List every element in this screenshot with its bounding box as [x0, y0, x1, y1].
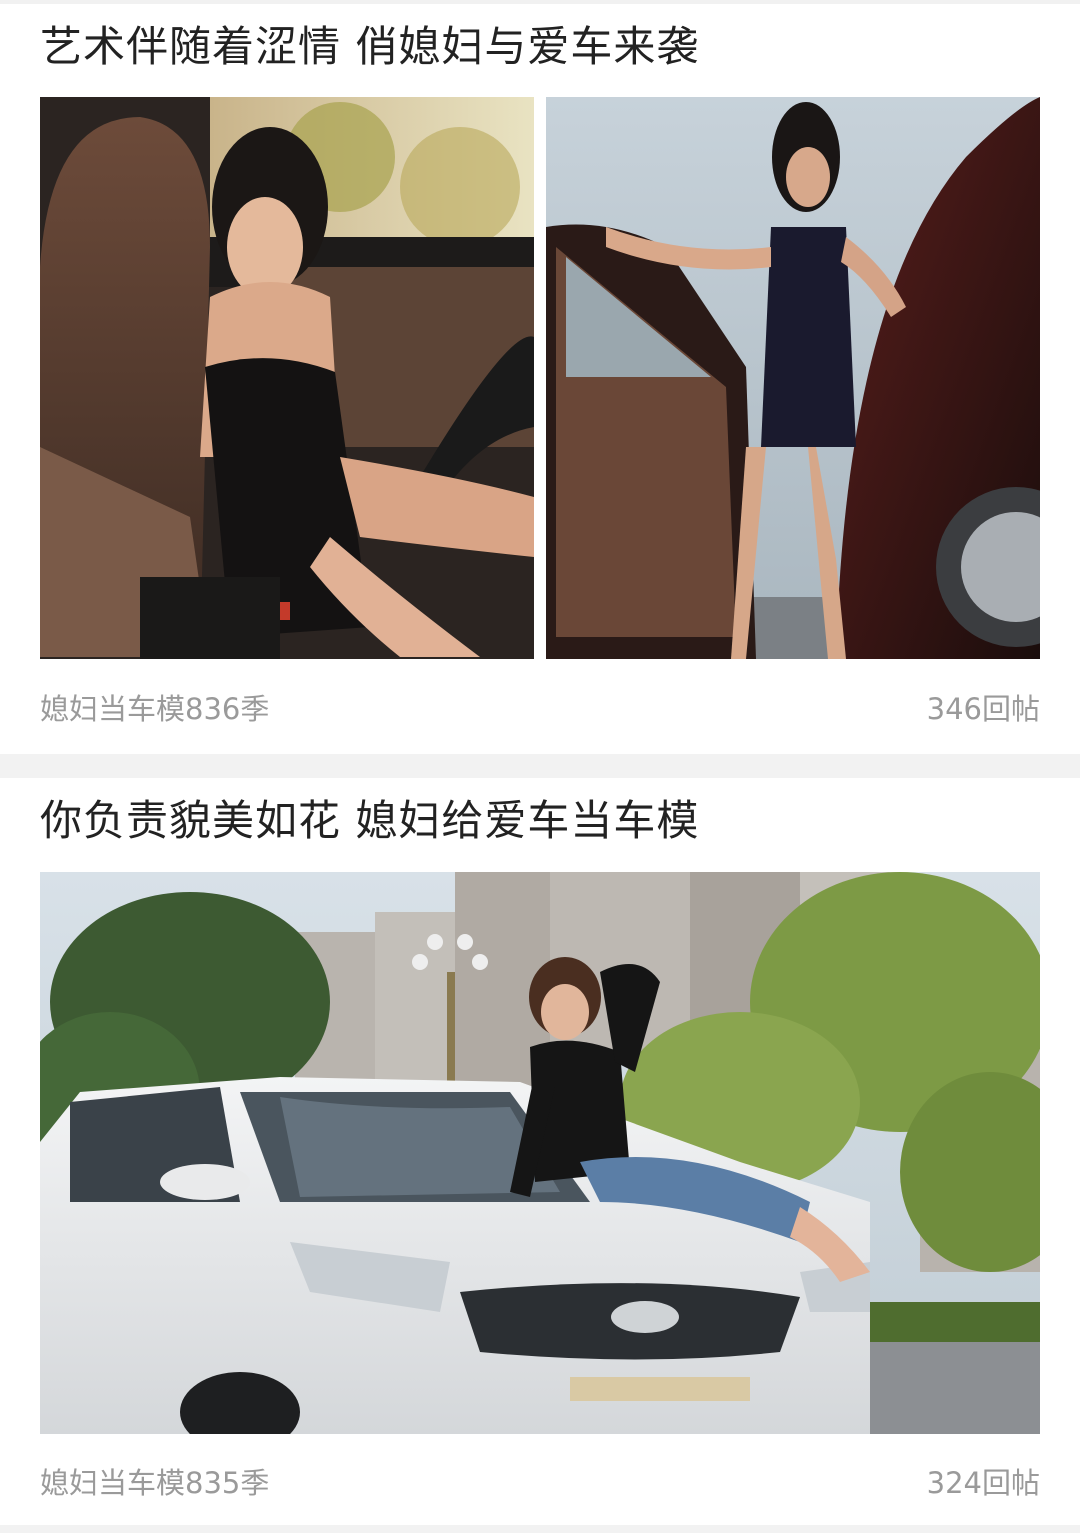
post-image-woman-in-car-seat[interactable]: [40, 97, 534, 659]
post-image-woman-at-car-door[interactable]: [546, 97, 1040, 659]
card-separator: [0, 754, 1080, 778]
post-title[interactable]: 你负责貌美如花 媳妇给爱车当车模: [40, 796, 699, 846]
post-author[interactable]: 媳妇当车模836季: [40, 686, 269, 728]
post-card[interactable]: 艺术伴随着涩情 俏媳妇与爱车来袭 媳妇当车模836季 346回帖: [0, 4, 1080, 754]
post-feed: 艺术伴随着涩情 俏媳妇与爱车来袭 媳妇当车模836季 346回帖 你负责貌美如花…: [0, 0, 1080, 1533]
post-image-woman-on-white-suv[interactable]: [40, 872, 1040, 1434]
reply-count: 324回帖: [926, 1466, 1040, 1500]
card-separator: [0, 1525, 1080, 1533]
reply-count: 346回帖: [926, 692, 1040, 726]
post-card[interactable]: 你负责貌美如花 媳妇给爱车当车模 媳妇当车模835季 324回帖: [0, 778, 1080, 1525]
post-author[interactable]: 媳妇当车模835季: [40, 1460, 269, 1502]
post-title[interactable]: 艺术伴随着涩情 俏媳妇与爱车来袭: [40, 22, 699, 72]
